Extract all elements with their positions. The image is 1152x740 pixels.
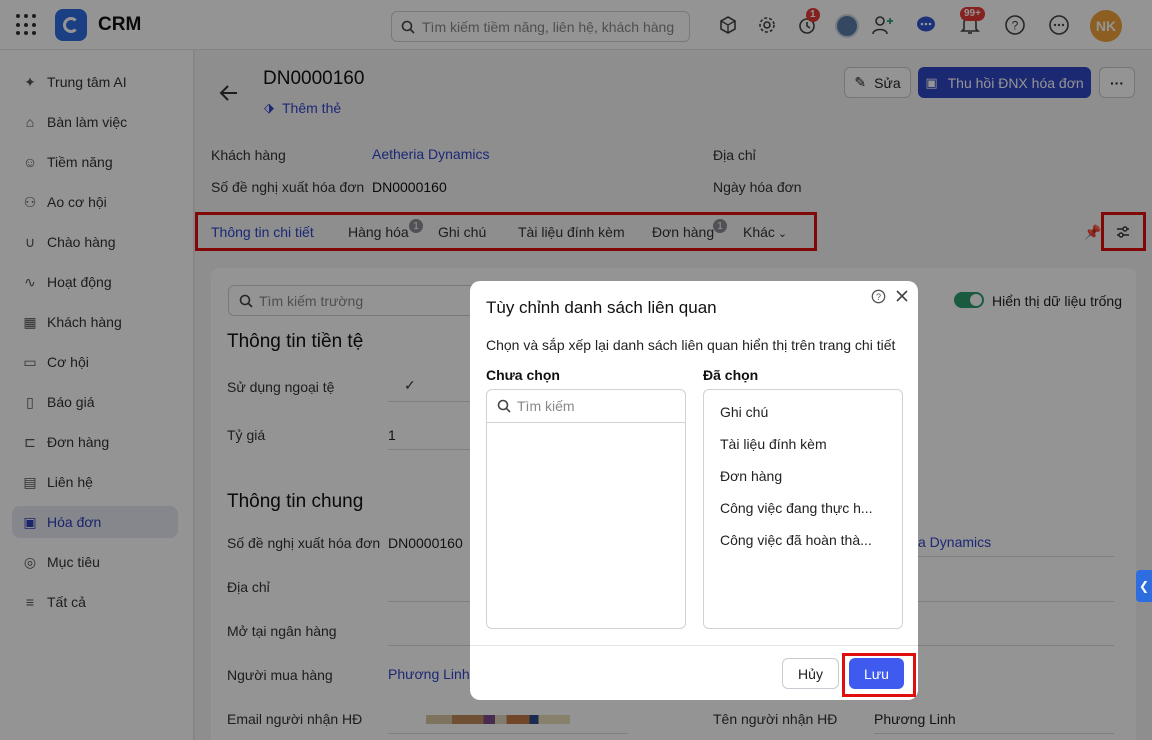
selected-list-item[interactable]: Tài liệu đính kèm <box>720 436 827 452</box>
help-icon[interactable]: ? <box>871 289 886 304</box>
dialog-description: Chọn và sắp xếp lại danh sách liên quan … <box>486 337 896 353</box>
unselected-list[interactable]: Tìm kiếm <box>486 389 686 629</box>
selected-list-item[interactable]: Đơn hàng <box>720 468 782 484</box>
unselected-search-input[interactable]: Tìm kiếm <box>487 390 685 423</box>
dialog-title: Tùy chỉnh danh sách liên quan <box>486 298 717 317</box>
selected-list-item[interactable]: Công việc đang thực h... <box>720 500 873 516</box>
selected-title: Đã chọn <box>703 367 759 383</box>
unselected-title: Chưa chọn <box>486 367 560 383</box>
save-highlight-box <box>842 653 916 697</box>
selected-list-item[interactable]: Công việc đã hoàn thà... <box>720 532 872 548</box>
dialog-footer-divider <box>470 645 918 646</box>
search-icon <box>497 399 511 413</box>
selected-list[interactable]: Ghi chú Tài liệu đính kèm Đơn hàng Công … <box>703 389 903 629</box>
unselected-search-placeholder: Tìm kiếm <box>517 398 575 414</box>
svg-text:?: ? <box>876 292 881 302</box>
collapse-panel-chevron-icon[interactable]: ❮ <box>1136 570 1152 602</box>
selected-list-item[interactable]: Ghi chú <box>720 404 768 420</box>
customize-related-list-dialog: Tùy chỉnh danh sách liên quan ? Chọn và … <box>470 281 918 700</box>
close-icon[interactable] <box>896 290 908 302</box>
cancel-button[interactable]: Hủy <box>782 658 839 689</box>
